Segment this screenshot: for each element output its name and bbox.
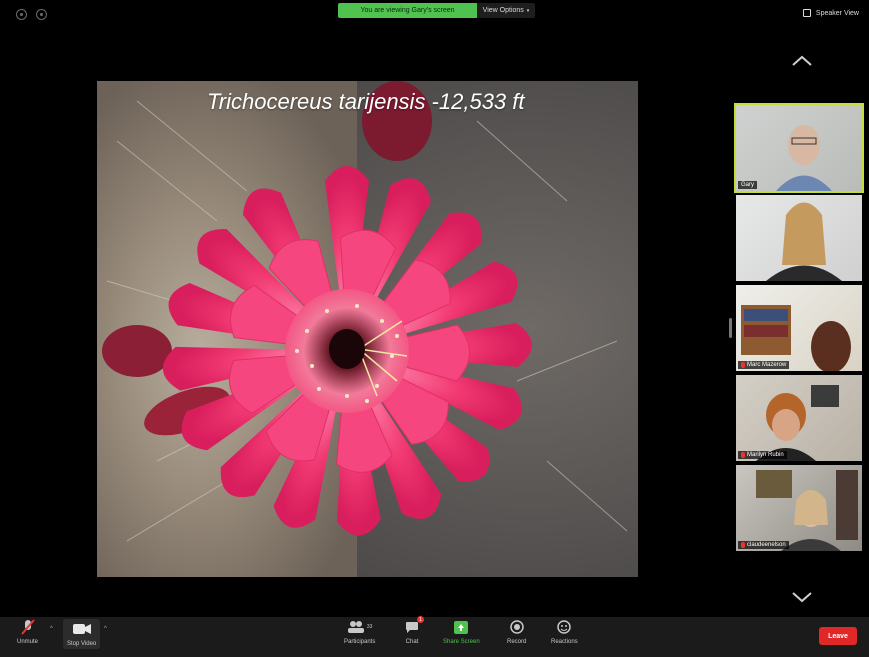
mic-muted-icon <box>741 542 745 548</box>
shared-screen-slide: Trichocereus tarijensis -12,533 ft <box>97 81 638 577</box>
video-camera-icon <box>72 621 91 637</box>
participants-icon: 33 <box>347 619 373 635</box>
chat-icon: 1 <box>405 616 424 635</box>
unmute-button[interactable]: Unmute <box>17 619 38 645</box>
reactions-button[interactable]: Reactions <box>551 619 578 645</box>
participant-name-tag: Marilyn Rubin <box>738 451 787 459</box>
stop-video-button[interactable]: Stop Video <box>63 619 101 649</box>
chat-badge: 1 <box>417 616 424 623</box>
speaker-view-button[interactable]: Speaker View <box>802 9 859 17</box>
audio-options-caret[interactable]: ^ <box>50 626 53 632</box>
share-screen-button[interactable]: Share Screen <box>443 619 480 645</box>
mic-muted-icon <box>741 452 745 458</box>
participants-button[interactable]: 33 Participants <box>344 619 375 645</box>
viewing-screen-banner: You are viewing Gary's screen <box>338 3 477 18</box>
view-options-button[interactable]: View Options ▾ <box>477 3 535 18</box>
unmute-label: Unmute <box>17 639 39 645</box>
participant-name-tag: Marc Mazerow <box>738 361 790 369</box>
cactus-flower-image <box>102 81 628 542</box>
leave-button[interactable]: Leave <box>819 627 857 645</box>
participant-video <box>756 470 858 551</box>
mic-muted-icon <box>741 362 745 368</box>
strip-resize-handle[interactable] <box>729 318 732 338</box>
info-icon[interactable] <box>16 9 27 20</box>
share-screen-icon <box>454 619 469 635</box>
record-label: Record <box>507 639 527 645</box>
chevron-up-icon[interactable] <box>790 54 814 68</box>
reactions-label: Reactions <box>551 639 578 645</box>
meeting-info-icons <box>16 9 47 20</box>
video-options-caret[interactable]: ^ <box>104 626 107 632</box>
participant-name-tag: claudeenelson <box>738 541 789 549</box>
shield-icon[interactable] <box>36 9 47 20</box>
participant-name-tag: Gary <box>738 181 758 189</box>
video-tile-claudeenelson[interactable]: claudeenelson <box>736 465 862 551</box>
reactions-icon <box>557 619 572 635</box>
video-tile-participant-2[interactable] <box>736 195 862 281</box>
meeting-toolbar: Unmute ^ Stop Video ^ 33 Participants 1 … <box>0 616 869 657</box>
video-tile-gary[interactable]: Gary <box>734 103 864 193</box>
participants-count: 33 <box>366 624 373 630</box>
video-tile-marc-mazerow[interactable]: Marc Mazerow <box>736 285 862 371</box>
chevron-down-icon[interactable] <box>790 590 814 604</box>
participant-video <box>766 202 842 281</box>
record-button[interactable]: Record <box>507 619 526 645</box>
slide-title: Trichocereus tarijensis -12,533 ft <box>207 89 525 114</box>
participant-video <box>741 305 851 371</box>
mic-muted-icon <box>20 619 35 635</box>
stop-video-label: Stop Video <box>67 641 97 647</box>
participant-video <box>776 125 832 191</box>
share-screen-label: Share Screen <box>443 639 480 645</box>
grid-icon <box>802 9 811 17</box>
participants-label: Participants <box>344 639 376 645</box>
participant-video <box>756 385 839 461</box>
chat-button[interactable]: 1 Chat <box>405 616 424 645</box>
speaker-view-label: Speaker View <box>815 9 859 17</box>
video-tile-marilyn-rubin[interactable]: Marilyn Rubin <box>736 375 862 461</box>
view-options-label: View Options <box>482 7 524 14</box>
record-icon <box>509 619 524 635</box>
chevron-down-icon: ▾ <box>526 7 530 14</box>
chat-label: Chat <box>405 639 419 645</box>
